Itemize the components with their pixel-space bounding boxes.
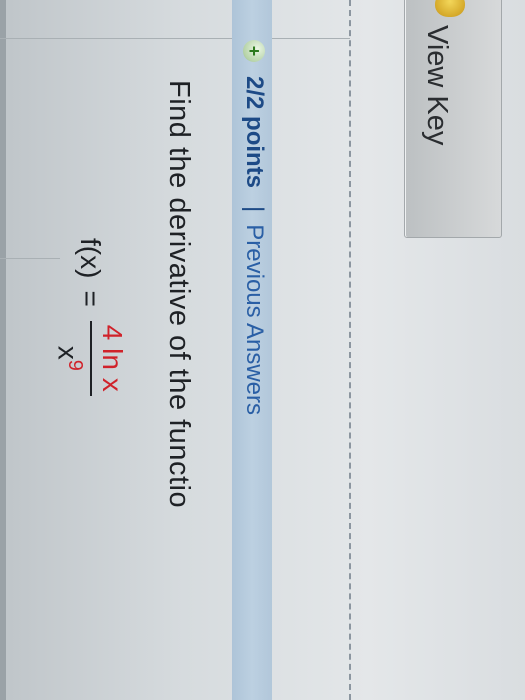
previous-answers-link[interactable]: Previous Answers <box>240 224 268 415</box>
formula-denominator: x9 <box>52 346 90 371</box>
denominator-exponent: 9 <box>64 359 86 371</box>
formula-equals: = <box>74 290 106 307</box>
denominator-base: x <box>52 345 84 360</box>
plus-circle-icon[interactable]: + <box>243 40 265 62</box>
formula-fraction: 4 ln x x9 <box>52 320 128 396</box>
separator-line <box>0 38 350 39</box>
question-prompt: Find the derivative of the functio <box>163 80 195 509</box>
formula-lhs: f(x) <box>74 238 106 279</box>
key-icon <box>435 0 465 17</box>
dashed-divider <box>349 0 351 700</box>
left-divider <box>0 0 6 700</box>
view-key-button[interactable]: View Key <box>404 0 502 238</box>
view-key-label: View Key <box>421 25 453 146</box>
header-separator: | <box>241 206 268 213</box>
points-label: 2/2 points <box>241 76 268 189</box>
fraction-bar <box>90 320 92 396</box>
function-formula: f(x) = 4 ln x x9 <box>52 238 128 396</box>
screen: View Key + 2/2 points | Previous Answers… <box>0 0 525 700</box>
formula-numerator: 4 ln x <box>97 324 128 392</box>
question-header: + 2/2 points | Previous Answers <box>240 40 268 415</box>
